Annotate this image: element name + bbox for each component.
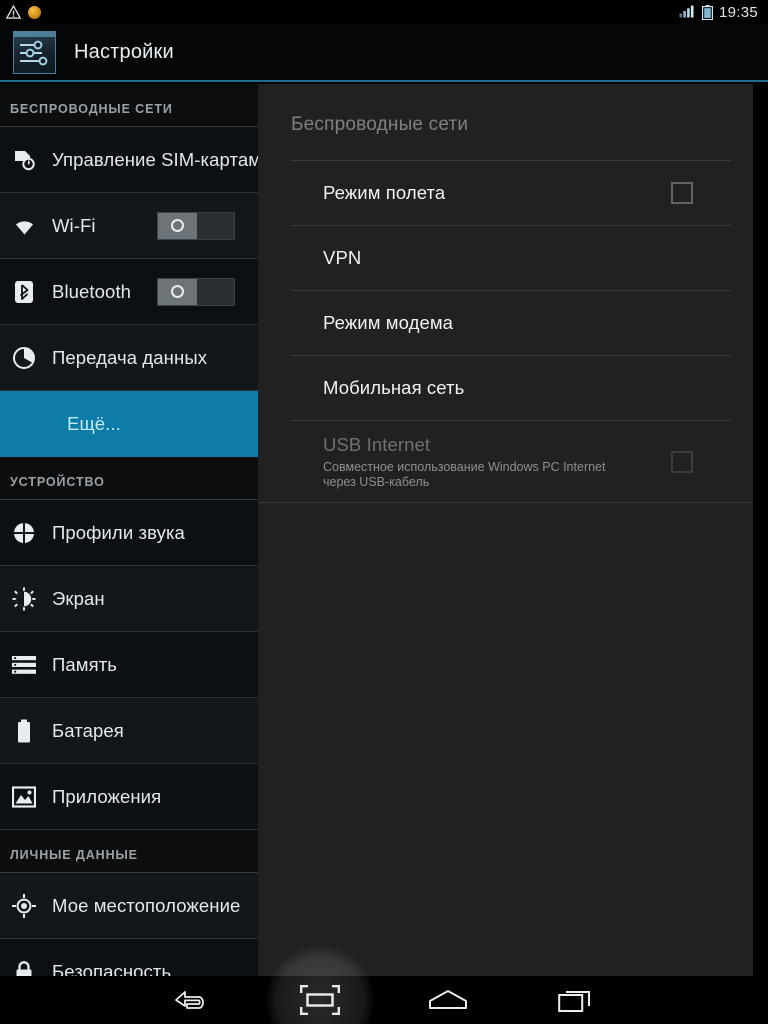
settings-sliders-icon[interactable] — [13, 31, 56, 74]
list-item-title: Режим модема — [323, 312, 731, 334]
sim-card-icon — [11, 147, 37, 173]
wireless-settings-panel: Беспроводные сети Режим полета VPN Режим… — [258, 84, 753, 976]
sidebar-item-data-usage[interactable]: Передача данных — [0, 325, 258, 391]
sidebar-item-label: Память — [52, 654, 117, 676]
storage-icon — [11, 652, 37, 678]
status-bar: 19:35 — [0, 0, 768, 24]
sidebar-item-sim-management[interactable]: Управление SIM-картами — [0, 127, 258, 193]
sidebar-section-header-personal: ЛИЧНЫЕ ДАННЫЕ — [0, 830, 258, 873]
list-item-title: USB Internet — [323, 434, 671, 456]
battery-icon — [702, 5, 713, 20]
home-button[interactable] — [384, 976, 512, 1024]
sidebar-item-more[interactable]: Ещё... — [0, 391, 258, 457]
sidebar-item-wifi[interactable]: Wi-Fi — [0, 193, 258, 259]
sidebar-item-label: Управление SIM-картами — [52, 149, 258, 171]
bluetooth-icon — [11, 279, 37, 305]
wifi-toggle[interactable] — [157, 212, 235, 240]
list-item-text: VPN — [323, 247, 731, 269]
sidebar-item-bluetooth[interactable]: Bluetooth — [0, 259, 258, 325]
status-bar-clock: 19:35 — [719, 4, 758, 21]
content-area: БЕСПРОВОДНЫЕ СЕТИ Управление SIM-картами — [0, 84, 768, 976]
sidebar-item-display[interactable]: Экран — [0, 566, 258, 632]
list-item-text: Режим полета — [323, 182, 671, 204]
sidebar-item-label: Батарея — [52, 720, 124, 742]
action-bar: Настройки — [0, 24, 768, 82]
list-item-text: Мобильная сеть — [323, 377, 731, 399]
recents-button[interactable] — [512, 976, 640, 1024]
sidebar-item-label: Ещё... — [67, 413, 121, 435]
sidebar-item-security[interactable]: Безопасность — [0, 939, 258, 976]
sidebar-item-label: Профили звука — [52, 522, 185, 544]
wifi-icon — [11, 213, 37, 239]
navigation-bar[interactable] — [0, 976, 768, 1024]
toggle-thumb — [158, 213, 197, 239]
sidebar-item-sound-profiles[interactable]: Профили звука — [0, 500, 258, 566]
sidebar-item-battery[interactable]: Батарея — [0, 698, 258, 764]
sidebar-section-header-wireless: БЕСПРОВОДНЫЕ СЕТИ — [0, 84, 258, 127]
list-item-text: USB Internet Совместное использование Wi… — [323, 434, 671, 490]
sidebar-item-my-location[interactable]: Мое местоположение — [0, 873, 258, 939]
page-title: Настройки — [74, 41, 174, 64]
sidebar-item-label: Передача данных — [52, 347, 207, 369]
display-brightness-icon — [11, 586, 37, 612]
list-item-title: Мобильная сеть — [323, 377, 731, 399]
list-item-text: Режим модема — [323, 312, 731, 334]
sidebar-item-label: Bluetooth — [52, 281, 131, 303]
list-item-mobile-network[interactable]: Мобильная сеть — [291, 355, 731, 420]
amber-circle-icon — [28, 6, 41, 19]
list-item-vpn[interactable]: VPN — [291, 225, 731, 290]
apps-image-icon — [11, 784, 37, 810]
battery-icon — [11, 718, 37, 744]
location-crosshair-icon — [11, 893, 37, 919]
sidebar-item-label: Безопасность — [52, 961, 171, 977]
settings-list: Режим полета VPN Режим модема — [258, 160, 753, 503]
sidebar-item-label: Мое местоположение — [52, 895, 240, 917]
sidebar-section-header-device: УСТРОЙСТВО — [0, 457, 258, 500]
list-item-subtitle: Совместное использование Windows PC Inte… — [323, 460, 623, 490]
signal-bars-icon — [679, 5, 696, 19]
back-button[interactable] — [128, 976, 256, 1024]
sidebar-item-storage[interactable]: Память — [0, 632, 258, 698]
data-usage-icon — [11, 345, 37, 371]
list-item-tethering[interactable]: Режим модема — [291, 290, 731, 355]
list-item-usb-internet: USB Internet Совместное использование Wi… — [291, 420, 731, 503]
toggle-thumb — [158, 279, 197, 305]
airplane-mode-checkbox[interactable] — [671, 182, 693, 204]
bluetooth-toggle[interactable] — [157, 278, 235, 306]
list-divider — [258, 502, 753, 503]
sound-profile-icon — [11, 520, 37, 546]
sidebar-item-label: Экран — [52, 588, 105, 610]
list-item-title: Режим полета — [323, 182, 671, 204]
list-item-title: VPN — [323, 247, 731, 269]
usb-internet-checkbox — [671, 451, 693, 473]
settings-sidebar[interactable]: БЕСПРОВОДНЫЕ СЕТИ Управление SIM-картами — [0, 84, 258, 976]
screenshot-button[interactable] — [256, 976, 384, 1024]
status-bar-right-icons: 19:35 — [679, 4, 762, 21]
panel-title: Беспроводные сети — [258, 84, 753, 136]
panel-right-edge — [753, 84, 768, 976]
status-bar-left-icons — [6, 5, 41, 19]
list-item-airplane-mode[interactable]: Режим полета — [291, 160, 731, 225]
sidebar-item-label: Wi-Fi — [52, 215, 96, 237]
sidebar-item-label: Приложения — [52, 786, 161, 808]
warning-triangle-icon — [6, 5, 21, 19]
sidebar-item-apps[interactable]: Приложения — [0, 764, 258, 830]
lock-icon — [11, 959, 37, 977]
android-settings-screen: 19:35 Настройки БЕ — [0, 0, 768, 1024]
